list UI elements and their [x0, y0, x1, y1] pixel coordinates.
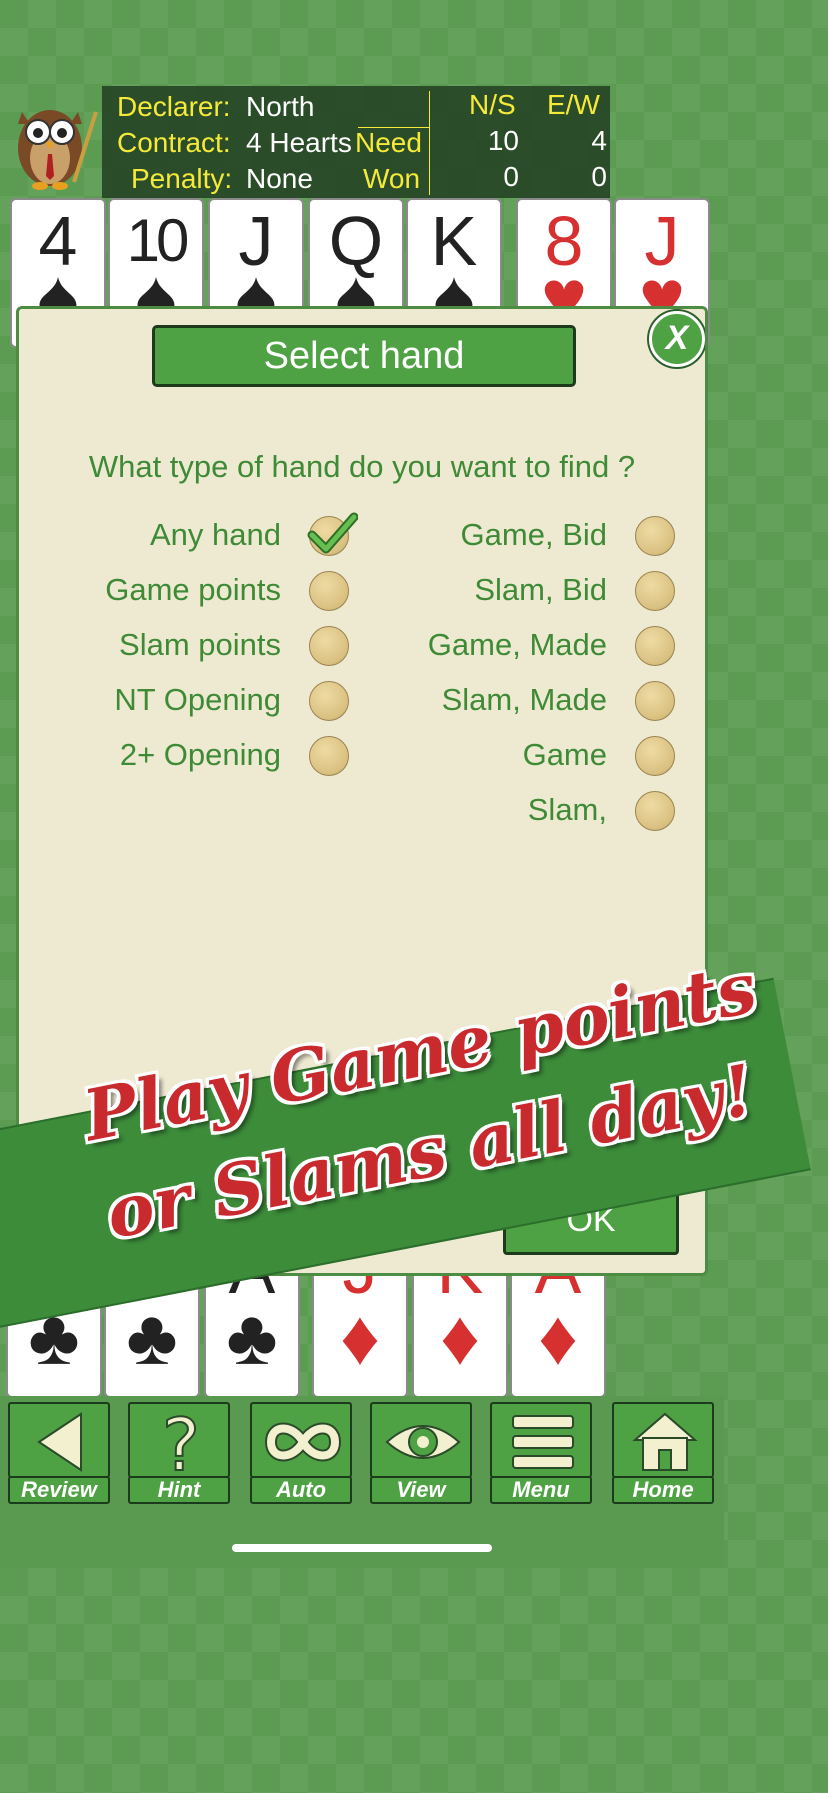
card-k-diamonds[interactable]: K ♦	[412, 1260, 508, 1398]
option-2plus-opening-radio[interactable]	[309, 736, 349, 776]
contract-info-panel: Declarer: North Contract: 4 Hearts Penal…	[102, 86, 610, 198]
close-button[interactable]: X	[649, 311, 705, 367]
score-divider	[429, 91, 430, 195]
auto-label: Auto	[250, 1476, 352, 1504]
back-arrow-icon	[37, 1412, 82, 1472]
won-label: Won	[363, 163, 421, 194]
diamond-icon: ♦	[340, 1293, 380, 1381]
option-slam-radio[interactable]	[635, 791, 675, 831]
club-icon: ♣	[126, 1293, 178, 1381]
option-game-radio[interactable]	[635, 736, 675, 776]
ns-column-header: N/S	[469, 89, 516, 120]
option-game-made-radio[interactable]	[635, 626, 675, 666]
card-j-diamonds[interactable]: J ♦	[312, 1260, 408, 1398]
option-nt-opening-radio[interactable]	[309, 681, 349, 721]
option-label[interactable]: Slam, Bid	[474, 570, 607, 610]
hint-label: Hint	[128, 1476, 230, 1504]
option-game-points-radio[interactable]	[309, 571, 349, 611]
need-ns-value: 10	[487, 125, 519, 156]
penalty-label: Penalty:	[131, 163, 233, 194]
menu-icon	[512, 1415, 574, 1469]
card-a-diamonds[interactable]: A ♦	[510, 1260, 606, 1398]
penalty-value: None	[246, 163, 313, 194]
won-ew-value: 0	[591, 161, 607, 192]
option-label[interactable]: Any hand	[150, 515, 281, 555]
contract-value: 4 Hearts	[246, 127, 352, 158]
checkmark-icon	[307, 512, 358, 554]
eye-icon	[385, 1425, 461, 1459]
menu-label: Menu	[490, 1476, 592, 1504]
menu-button[interactable]: Menu	[490, 1402, 592, 1504]
infinity-icon	[264, 1422, 342, 1462]
option-label[interactable]: Game, Made	[428, 625, 607, 665]
option-label[interactable]: Game points	[105, 570, 281, 610]
option-any-hand-radio[interactable]	[307, 512, 358, 556]
home-label: Home	[612, 1476, 714, 1504]
option-label[interactable]: NT Opening	[114, 680, 281, 720]
hint-button[interactable]: ? Hint	[128, 1402, 230, 1504]
ew-column-header: E/W	[547, 89, 600, 120]
option-slam-bid-radio[interactable]	[635, 571, 675, 611]
view-label: View	[370, 1476, 472, 1504]
contract-label: Contract:	[117, 127, 231, 158]
need-ew-value: 4	[591, 125, 607, 156]
auto-button[interactable]: Auto	[250, 1402, 352, 1504]
diamond-icon: ♦	[440, 1293, 480, 1381]
declarer-label: Declarer:	[117, 91, 231, 122]
won-ns-value: 0	[503, 161, 519, 192]
question-mark-icon: ?	[161, 1408, 201, 1476]
option-slam-points-radio[interactable]	[309, 626, 349, 666]
declarer-value: North	[246, 91, 315, 122]
svg-text:?: ?	[162, 1408, 200, 1476]
option-label[interactable]: 2+ Opening	[120, 735, 281, 775]
hint-icon-box: ?	[128, 1402, 230, 1478]
club-icon: ♣	[226, 1293, 278, 1381]
diamond-icon: ♦	[538, 1293, 578, 1381]
auto-icon-box	[250, 1402, 352, 1478]
option-label[interactable]: Slam, Made	[442, 680, 607, 720]
owl-mascot-icon	[18, 110, 98, 190]
home-button[interactable]: Home	[612, 1402, 714, 1504]
option-game-bid-radio[interactable]	[635, 516, 675, 556]
menu-icon-box	[490, 1402, 592, 1478]
home-icon-box	[612, 1402, 714, 1478]
review-label: Review	[8, 1476, 110, 1504]
view-icon-box	[370, 1402, 472, 1478]
home-icon	[632, 1412, 698, 1471]
view-button[interactable]: View	[370, 1402, 472, 1504]
option-label[interactable]: Game, Bid	[461, 515, 607, 555]
option-slam-made-radio[interactable]	[635, 681, 675, 721]
option-label[interactable]: Slam,	[528, 790, 607, 830]
need-label: Need	[355, 127, 422, 158]
dialog-question: What type of hand do you want to find ?	[88, 449, 636, 484]
dialog-title: Select hand	[152, 325, 576, 387]
option-label[interactable]: Game	[523, 735, 607, 775]
option-label[interactable]: Slam points	[119, 625, 281, 665]
review-icon-box	[8, 1402, 110, 1478]
home-indicator[interactable]	[232, 1544, 492, 1552]
review-button[interactable]: Review	[8, 1402, 110, 1504]
